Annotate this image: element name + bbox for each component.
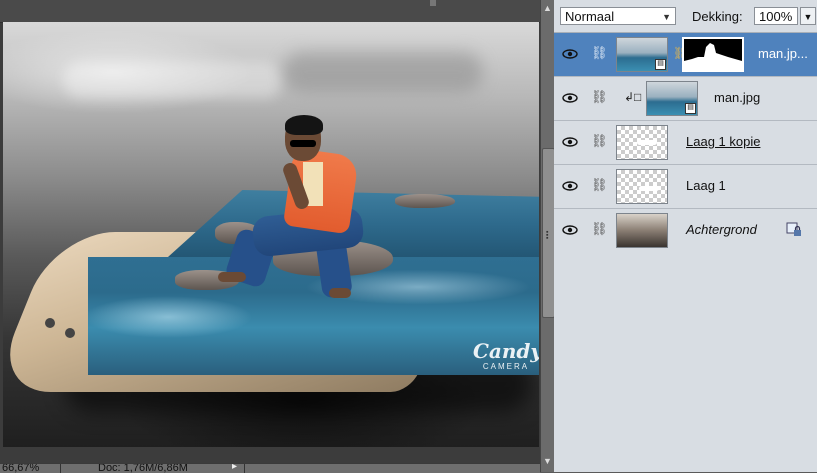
layer-name[interactable]: Laag 1 kopie [686,134,760,149]
eye-icon[interactable] [562,222,578,238]
link-icon[interactable]: ⛓ [591,221,608,237]
layer-thumbnail: ▤ [616,37,668,72]
link-icon[interactable]: ⛓ [591,133,608,149]
opacity-input[interactable]: 100% [754,7,798,25]
smart-object-icon: ▤ [655,59,666,70]
opacity-dropdown-button[interactable]: ▼ [800,7,816,25]
chevron-down-icon: ▼ [803,12,813,22]
watermark-line2: CAMERA [482,362,530,371]
layer-thumbnail [616,125,668,160]
layer-row-laag-1[interactable]: ⛓ Laag 1 [554,165,817,209]
vertical-scrollbar[interactable]: ▲ ▪ ▪ ▪ ▼ [540,0,555,472]
layer-row-achtergrond[interactable]: ⛓ Achtergrond [554,209,817,253]
layer-thumbnail-content [637,140,657,145]
man-figure-hair [285,115,323,135]
layer-thumbnail: ▤ [646,81,698,116]
link-icon[interactable]: ⛓ [591,89,608,105]
layer-row-man-mask[interactable]: ⛓ ▤ ⛓ man.jp... [554,33,817,77]
candy-camera-watermark: Candy CAMERA [473,340,539,371]
rock [395,194,455,208]
layers-panel: Normaal ▼ Dekking: 100% ▼ ⛓ ▤ ⛓ man.jp..… [554,0,817,472]
layer-thumbnail [616,169,668,204]
eye-icon[interactable] [562,46,578,62]
layer-row-man-jpg[interactable]: ⛓ ↲□ ▤ man.jpg [554,77,817,121]
eye-icon[interactable] [562,90,578,106]
clip-arrow-icon: ↲□ [624,90,642,104]
blend-mode-select[interactable]: Normaal ▼ [560,7,676,25]
lock-icon [786,222,801,236]
opacity-label: Dekking: [692,9,743,24]
layer-thumbnail-content [639,186,659,191]
layer-name[interactable]: man.jp... [758,46,808,61]
layer-name[interactable]: Achtergrond [686,222,757,237]
smart-object-icon: ▤ [685,103,696,114]
link-icon[interactable]: ⛓ [591,45,608,61]
layers-options-bar: Normaal ▼ Dekking: 100% ▼ [554,0,817,33]
status-menu-arrow-icon[interactable]: ▸ [232,464,237,472]
canvas-area[interactable]: Candy CAMERA [0,0,540,463]
mask-shape [684,43,742,70]
bokeh-highlight [63,62,283,98]
eye-icon[interactable] [562,178,578,194]
phone-speaker-hole [65,328,75,338]
layer-row-laag-1-kopie[interactable]: ⛓ Laag 1 kopie [554,121,817,165]
scrollbar-grip-icon: ▪ ▪ ▪ [546,229,549,242]
blend-mode-value: Normaal [565,9,615,24]
scroll-down-icon[interactable]: ▼ [543,456,552,466]
link-icon[interactable]: ⛓ [591,177,608,193]
layers-empty-area [554,252,817,472]
resize-handle[interactable] [430,0,436,6]
canvas-top-strip [0,0,540,23]
layer-thumbnail [616,213,668,248]
eye-icon[interactable] [562,134,578,150]
layer-mask-thumbnail[interactable] [682,37,744,72]
watermark-line1: Candy [473,339,539,363]
layer-name[interactable]: man.jpg [714,90,760,105]
scroll-up-icon[interactable]: ▲ [543,3,552,13]
man-figure-sunglasses [290,140,316,147]
chevron-down-icon: ▼ [662,12,671,22]
man-figure-foot [329,288,351,298]
bokeh-highlight [283,52,483,92]
man-figure-foot [218,272,246,282]
phone-speaker-hole [45,318,55,328]
layer-name[interactable]: Laag 1 [686,178,726,193]
document-image[interactable]: Candy CAMERA [3,22,539,447]
